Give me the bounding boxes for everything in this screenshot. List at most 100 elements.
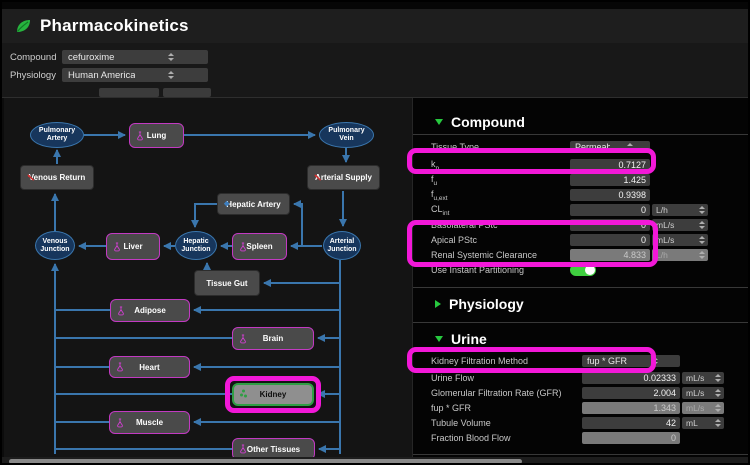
fup-gfr-input: 1.343 bbox=[582, 402, 680, 414]
section-header-physiology[interactable]: Physiology bbox=[413, 294, 750, 314]
node-label: Adipose bbox=[134, 306, 166, 315]
urine-flow-input[interactable]: 0.02333 bbox=[582, 372, 680, 384]
node-liver[interactable]: Liver bbox=[106, 233, 160, 260]
node-adipose[interactable]: Adipose bbox=[110, 299, 190, 322]
basolateral-pstc-input[interactable]: 0 bbox=[570, 219, 650, 231]
field-label: CLint bbox=[431, 204, 570, 217]
node-arterial-junction[interactable]: Arterial Junction bbox=[323, 231, 361, 260]
node-spleen[interactable]: Spleen bbox=[232, 233, 287, 260]
node-label: Brain bbox=[263, 334, 283, 343]
apical-pstc-row: Apical PStc 0 mL/s bbox=[431, 233, 750, 247]
node-arterial-supply[interactable]: Arterial Supply bbox=[307, 165, 380, 190]
tissue-type-select[interactable]: Permeability Limited bbox=[570, 141, 650, 153]
node-label: Liver bbox=[123, 242, 142, 251]
kidney-filtration-method-row: Kidney Filtration Method fup * GFR bbox=[431, 354, 750, 368]
clipped-toolbar-button[interactable] bbox=[99, 88, 159, 97]
clint-input[interactable]: 0 bbox=[570, 204, 650, 216]
flask-icon bbox=[116, 363, 124, 372]
horizontal-scrollbar[interactable] bbox=[2, 457, 748, 465]
kp-row: kp 0.7127 bbox=[431, 158, 750, 172]
unit-label: mL/s bbox=[656, 235, 696, 245]
gfr-input[interactable]: 2.004 bbox=[582, 387, 680, 399]
unit-label: mL/s bbox=[686, 388, 712, 398]
apical-pstc-input[interactable]: 0 bbox=[570, 234, 650, 246]
field-label: Urine Flow bbox=[431, 373, 582, 383]
node-label: Other Tissues bbox=[247, 445, 300, 454]
unit-dropdown: mL/s bbox=[682, 402, 724, 414]
divider bbox=[413, 454, 750, 455]
field-label: kp bbox=[431, 159, 570, 172]
stepper-icon bbox=[715, 419, 721, 427]
unit-label: L/h bbox=[656, 205, 696, 215]
instant-partitioning-toggle[interactable] bbox=[570, 264, 596, 276]
node-hepatic-artery[interactable]: ◆ Hepatic Artery bbox=[217, 193, 290, 215]
unit-label: mL/s bbox=[686, 403, 712, 413]
horizontal-scrollbar-thumb[interactable] bbox=[9, 459, 522, 464]
kp-input[interactable]: 0.7127 bbox=[570, 159, 650, 171]
stepper-icon bbox=[715, 389, 721, 397]
gfr-row: Glomerular Filtration Rate (GFR) 2.004 m… bbox=[431, 386, 750, 400]
stepper-icon bbox=[138, 71, 205, 79]
section-header-compound[interactable]: Compound bbox=[413, 112, 750, 132]
node-venous-return[interactable]: Venous Return bbox=[20, 165, 94, 190]
node-venous-junction[interactable]: Venous Junction bbox=[35, 231, 75, 260]
app-window: Pharmacokinetics Compound cefuroxime Phy… bbox=[0, 0, 750, 465]
node-heart[interactable]: Heart bbox=[109, 356, 190, 378]
unit-label: L/h bbox=[656, 250, 696, 260]
unit-dropdown[interactable]: mL/s bbox=[682, 372, 724, 384]
stepper-icon bbox=[699, 251, 705, 259]
node-label: Pulmonary Artery bbox=[33, 127, 81, 142]
field-label: fup * GFR bbox=[431, 403, 582, 413]
node-tissue-gut[interactable]: Tissue Gut bbox=[194, 270, 260, 296]
fuext-input[interactable]: 0.9398 bbox=[570, 189, 650, 201]
node-brain[interactable]: Brain bbox=[232, 327, 314, 350]
node-label: Lung bbox=[147, 131, 167, 140]
node-label: Tissue Gut bbox=[206, 279, 247, 288]
section-collapsed-icon bbox=[435, 300, 441, 308]
stepper-icon bbox=[138, 53, 205, 61]
compound-select[interactable]: cefuroxime bbox=[62, 50, 208, 64]
node-muscle[interactable]: Muscle bbox=[109, 411, 190, 434]
clipped-toolbar-button[interactable] bbox=[163, 88, 211, 97]
unit-dropdown[interactable]: mL/s bbox=[682, 387, 724, 399]
tubule-volume-input[interactable]: 42 bbox=[582, 417, 680, 429]
node-label: Spleen bbox=[246, 242, 272, 251]
unit-dropdown[interactable]: mL/s bbox=[652, 234, 708, 246]
instant-partitioning-row: Use Instant Partitioning bbox=[431, 263, 750, 277]
fraction-blood-flow-input: 0 bbox=[582, 432, 680, 444]
stepper-icon bbox=[699, 236, 705, 244]
node-pulmonary-vein[interactable]: Pulmonary Vein bbox=[319, 122, 374, 148]
flask-icon bbox=[117, 306, 125, 315]
unit-label: mL/s bbox=[656, 220, 696, 230]
section-header-urine[interactable]: Urine bbox=[413, 329, 750, 349]
unit-dropdown[interactable]: mL bbox=[682, 417, 724, 429]
unit-dropdown[interactable]: L/h bbox=[652, 204, 708, 216]
stepper-icon bbox=[715, 374, 721, 382]
flask-icon bbox=[136, 131, 144, 140]
unit-label: mL bbox=[686, 418, 712, 428]
title-bar: Pharmacokinetics bbox=[2, 9, 748, 43]
stepper-icon bbox=[715, 404, 721, 412]
stepper-icon bbox=[634, 357, 678, 365]
node-lung[interactable]: Lung bbox=[129, 123, 184, 148]
fup-gfr-row: fup * GFR 1.343 mL/s bbox=[431, 401, 750, 415]
leaf-icon bbox=[14, 17, 32, 35]
node-kidney-selected[interactable]: Kidney bbox=[232, 383, 314, 406]
flask-icon bbox=[116, 418, 124, 427]
field-label: Tissue Type bbox=[431, 142, 570, 152]
node-label: Kidney bbox=[260, 390, 287, 399]
physiology-select[interactable]: Human American Male 30y 70kg bbox=[62, 68, 208, 82]
section-title: Physiology bbox=[449, 296, 524, 312]
section-urine: Urine Kidney Filtration Method fup * GFR… bbox=[413, 322, 750, 445]
node-hepatic-junction[interactable]: Hepatic Junction bbox=[175, 231, 217, 260]
node-pulmonary-artery[interactable]: Pulmonary Artery bbox=[30, 122, 84, 148]
fu-row: fu 1.425 bbox=[431, 173, 750, 187]
unit-dropdown[interactable]: mL/s bbox=[652, 219, 708, 231]
field-label: Use Instant Partitioning bbox=[431, 265, 570, 275]
fu-input[interactable]: 1.425 bbox=[570, 174, 650, 186]
node-other-tissues[interactable]: Other Tissues bbox=[232, 438, 315, 457]
field-label: Apical PStc bbox=[431, 235, 570, 245]
pbpk-flow-diagram: Pulmonary Artery Lung Pulmonary Vein Ven… bbox=[4, 98, 412, 457]
field-label: Glomerular Filtration Rate (GFR) bbox=[431, 388, 582, 398]
kidney-filtration-method-select[interactable]: fup * GFR bbox=[582, 355, 680, 367]
